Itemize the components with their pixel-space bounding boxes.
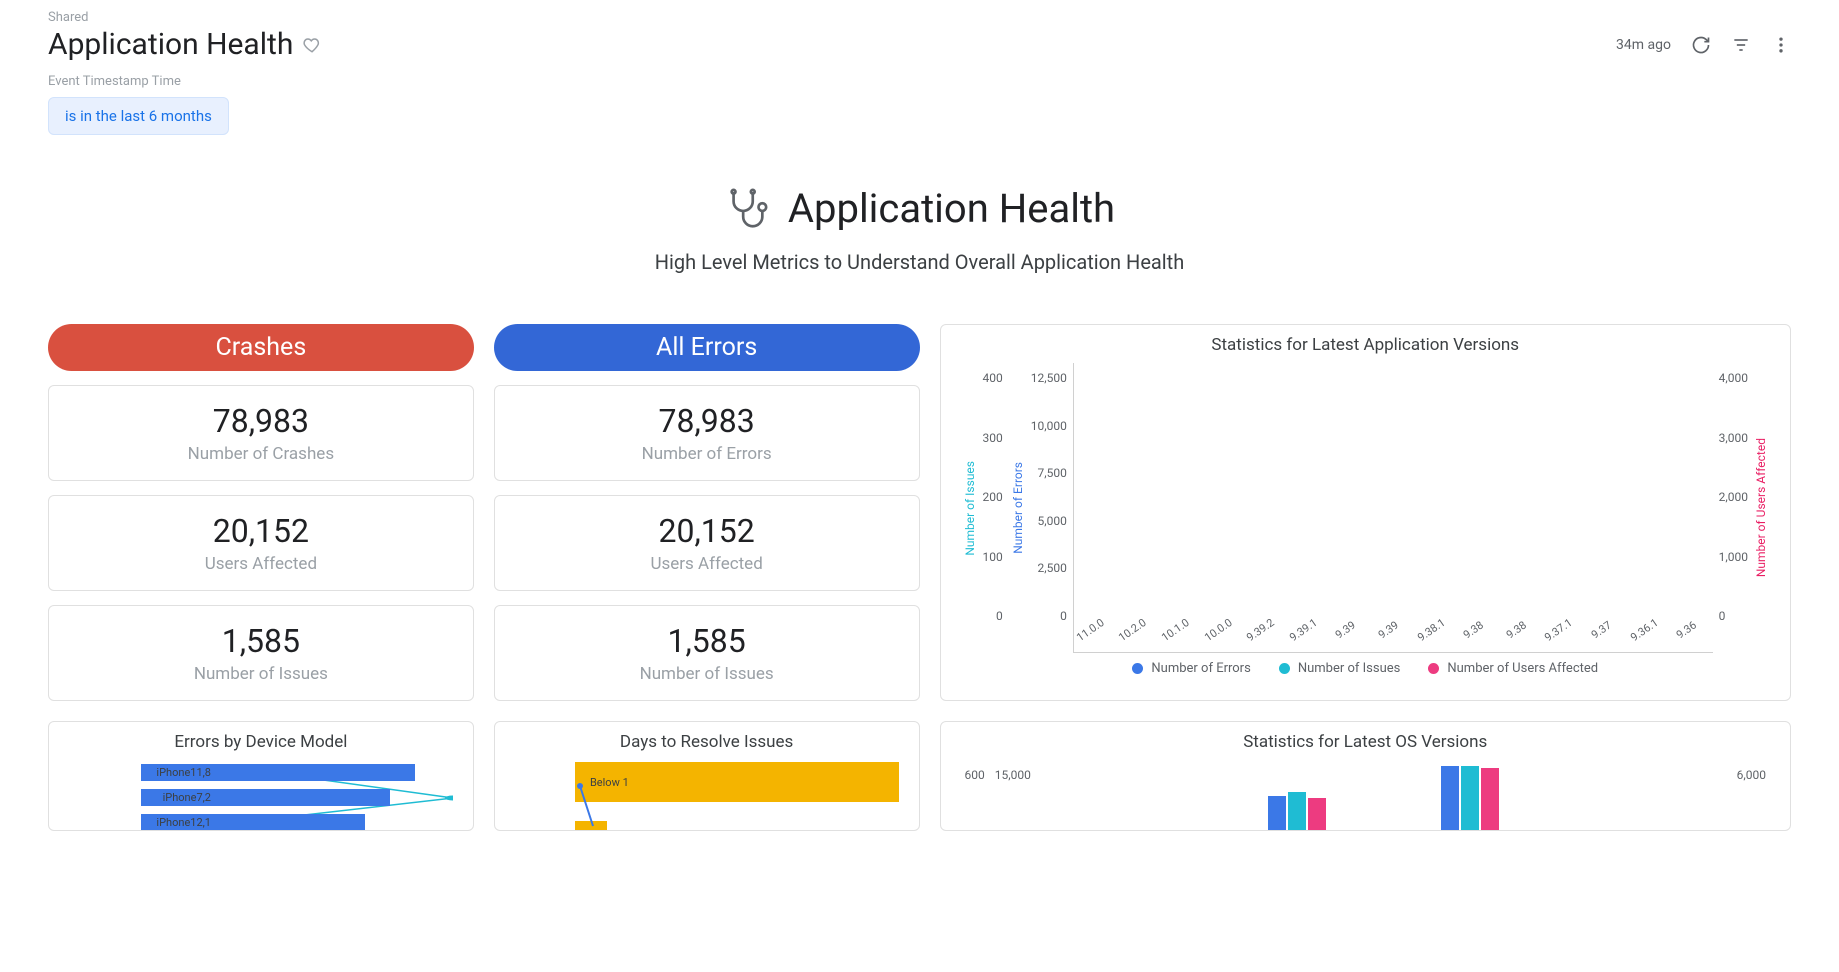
- y-axis-left-outer: 400 300 200 100 0: [979, 363, 1009, 653]
- stat-value: 78,983: [511, 402, 903, 440]
- stat-label: Number of Errors: [511, 444, 903, 464]
- axis-tick: 0: [1060, 609, 1067, 623]
- chart-days-resolve[interactable]: Days to Resolve Issues Below 1: [494, 721, 920, 831]
- axis-tick: 600: [965, 768, 985, 782]
- crashes-pill[interactable]: Crashes: [48, 324, 474, 371]
- axis-tick: 12,500: [995, 828, 1031, 831]
- filter-section: Event Timestamp Time is in the last 6 mo…: [0, 62, 1839, 165]
- stat-value: 78,983: [65, 402, 457, 440]
- axis-tick: 1,000: [1719, 550, 1748, 564]
- stat-value: 20,152: [511, 512, 903, 550]
- axis-tick: 0: [996, 609, 1003, 623]
- y-axis-left-inner: 15,000 12,500: [991, 760, 1037, 831]
- stat-label: Number of Crashes: [65, 444, 457, 464]
- stat-value: 1,585: [65, 622, 457, 660]
- axis-tick: 2,000: [1719, 490, 1748, 504]
- y-axis-left-outer: 600 500: [961, 760, 991, 831]
- legend-label: Number of Users Affected: [1447, 661, 1598, 676]
- filter-icon[interactable]: [1731, 35, 1751, 55]
- stat-label: Users Affected: [511, 554, 903, 574]
- stat-card-errors-count[interactable]: 78,983 Number of Errors: [494, 385, 920, 481]
- chart-title: Errors by Device Model: [69, 732, 453, 752]
- axis-tick: 500: [965, 828, 985, 831]
- y-axis-label-users: Number of Users Affected: [1752, 438, 1770, 577]
- stat-card-crashes-count[interactable]: 78,983 Number of Crashes: [48, 385, 474, 481]
- shared-label: Shared: [48, 10, 321, 25]
- hero-section: Application Health High Level Metrics to…: [0, 165, 1839, 324]
- legend-label: Number of Errors: [1151, 661, 1250, 676]
- axis-tick: 5,000: [1737, 828, 1766, 831]
- refresh-icon[interactable]: [1691, 35, 1711, 55]
- axis-tick: 4,000: [1719, 371, 1748, 385]
- axis-tick: 100: [983, 550, 1003, 564]
- stethoscope-icon: [724, 186, 770, 232]
- stat-label: Number of Issues: [511, 664, 903, 684]
- errors-pill[interactable]: All Errors: [494, 324, 920, 371]
- axis-tick: 300: [983, 431, 1003, 445]
- crashes-column: Crashes 78,983 Number of Crashes 20,152 …: [48, 324, 474, 701]
- axis-tick: 0: [1719, 609, 1726, 623]
- stat-card-errors-issues[interactable]: 1,585 Number of Issues: [494, 605, 920, 701]
- y-axis-right: 4,000 3,000 2,000 1,000 0: [1713, 363, 1752, 653]
- chart-versions[interactable]: Statistics for Latest Application Versio…: [940, 324, 1792, 701]
- stat-value: 1,585: [511, 622, 903, 660]
- stat-value: 20,152: [65, 512, 457, 550]
- chart-legend: Number of Errors Number of Issues Number…: [961, 661, 1771, 676]
- chart-title: Statistics for Latest OS Versions: [961, 732, 1771, 752]
- topbar: Shared Application Health 34m ago: [0, 0, 1839, 62]
- chart-device-model[interactable]: Errors by Device Model iPhone11,8 iPhone7…: [48, 721, 474, 831]
- chart-plot-area: [1037, 760, 1731, 831]
- axis-tick: 5,000: [1037, 514, 1066, 528]
- stat-card-errors-users[interactable]: 20,152 Users Affected: [494, 495, 920, 591]
- stat-label: Users Affected: [65, 554, 457, 574]
- chart-title: Statistics for Latest Application Versio…: [961, 335, 1771, 355]
- more-icon[interactable]: [1771, 35, 1791, 55]
- stat-card-crashes-issues[interactable]: 1,585 Number of Issues: [48, 605, 474, 701]
- axis-tick: 15,000: [995, 768, 1031, 782]
- y-axis-label-issues: Number of Issues: [961, 461, 979, 556]
- axis-tick: 7,500: [1037, 466, 1066, 480]
- page-title: Application Health: [48, 27, 293, 62]
- heart-icon[interactable]: [303, 36, 321, 54]
- y-axis-right: 6,000 5,000: [1731, 760, 1770, 831]
- axis-tick: 6,000: [1737, 768, 1766, 782]
- errors-column: All Errors 78,983 Number of Errors 20,15…: [494, 324, 920, 701]
- axis-tick: 400: [983, 371, 1003, 385]
- hero-title: Application Health: [788, 185, 1115, 232]
- stat-card-crashes-users[interactable]: 20,152 Users Affected: [48, 495, 474, 591]
- chart-os-versions[interactable]: Statistics for Latest OS Versions 600 500…: [940, 721, 1792, 831]
- chart-title: Days to Resolve Issues: [515, 732, 899, 752]
- y-axis-label-errors: Number of Errors: [1009, 462, 1027, 554]
- axis-tick: 3,000: [1719, 431, 1748, 445]
- y-axis-left-inner: 12,500 10,000 7,500 5,000 2,500 0: [1027, 363, 1073, 653]
- axis-tick: 10,000: [1031, 419, 1067, 433]
- legend-label: Number of Issues: [1298, 661, 1401, 676]
- filter-chip[interactable]: is in the last 6 months: [48, 97, 229, 135]
- axis-tick: 200: [983, 490, 1003, 504]
- hero-subtitle: High Level Metrics to Understand Overall…: [0, 250, 1839, 274]
- filter-label: Event Timestamp Time: [48, 74, 1791, 89]
- axis-tick: 12,500: [1031, 371, 1067, 385]
- row-label: iPhone12,1: [141, 816, 211, 829]
- axis-tick: 2,500: [1037, 561, 1066, 575]
- chart-plot-area: 11.0.010.2.010.1.010.0.09.39.29.39.19.39…: [1073, 363, 1713, 653]
- row-label: iPhone7,2: [141, 791, 211, 804]
- time-ago: 34m ago: [1616, 37, 1671, 53]
- stat-label: Number of Issues: [65, 664, 457, 684]
- row-label: iPhone11,8: [141, 766, 211, 779]
